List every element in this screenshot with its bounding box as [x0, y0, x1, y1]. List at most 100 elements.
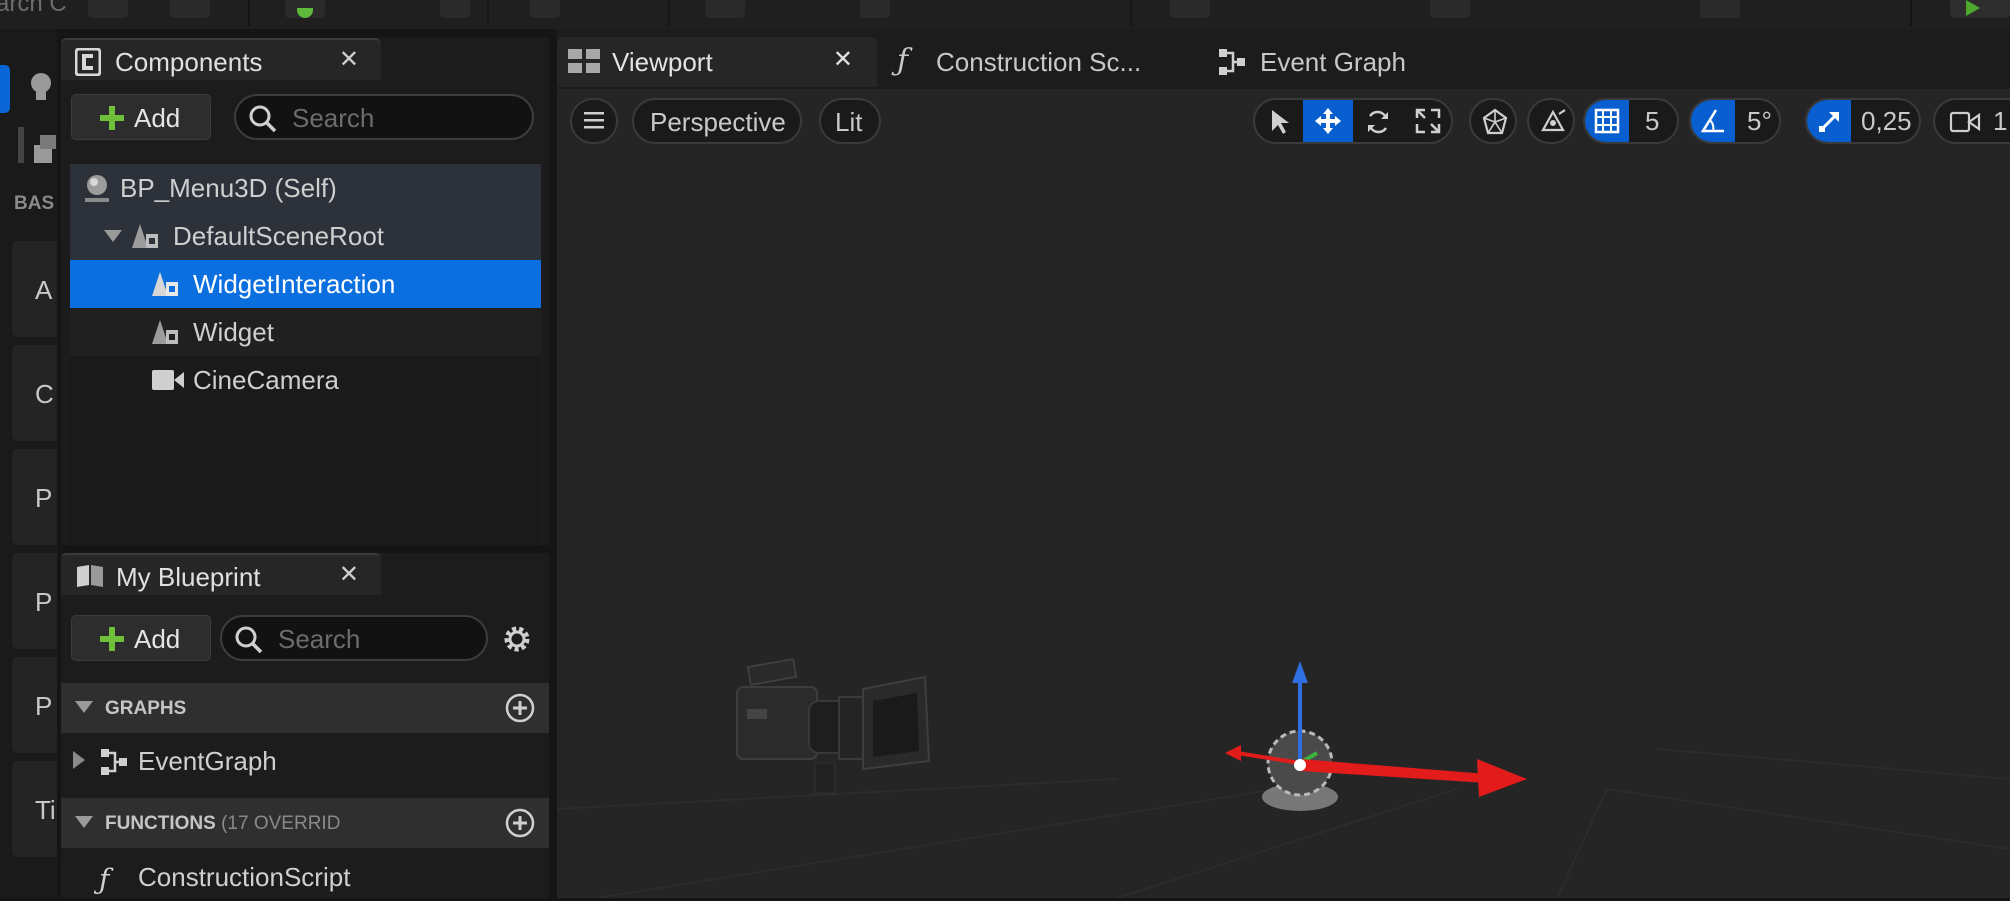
chevron-down-icon[interactable]	[104, 230, 122, 242]
functions-section-header[interactable]: FUNCTIONS (17 OVERRID	[61, 798, 549, 848]
chevron-right-icon[interactable]	[73, 751, 85, 769]
transform-tools	[1253, 98, 1453, 144]
function-icon: ƒ	[99, 863, 110, 896]
tab-title: Construction Sc...	[936, 47, 1142, 77]
grid-snap-group: 5	[1583, 98, 1679, 144]
coordinate-space-icon	[1482, 108, 1508, 135]
add-component-button[interactable]: Add	[71, 94, 211, 140]
rotation-snap-toggle[interactable]	[1691, 100, 1735, 142]
tab-title: My Blueprint	[116, 562, 261, 592]
transform-gizmo[interactable]	[1197, 649, 1917, 829]
lit-button[interactable]: Lit	[819, 98, 881, 144]
blueprint-search[interactable]	[220, 615, 488, 661]
scale-tool[interactable]	[1403, 100, 1453, 142]
save-icon[interactable]	[88, 0, 128, 18]
rotate-tool[interactable]	[1353, 100, 1403, 142]
tab-components[interactable]: Components ✕	[61, 38, 381, 80]
rotation-snap-value[interactable]: 5°	[1747, 106, 1772, 137]
grid-snap-toggle[interactable]	[1585, 100, 1629, 142]
event-graph-icon	[99, 747, 129, 777]
move-icon	[1315, 108, 1341, 134]
chevron-down-icon	[75, 816, 93, 828]
viewport[interactable]: Perspective Lit 5 5° 0,25 1	[557, 89, 2010, 898]
category-tab[interactable]: Ti	[12, 761, 57, 857]
scale-snap-group: 0,25	[1805, 98, 1921, 144]
toolbar-divider	[1130, 0, 1132, 26]
world-local-toggle[interactable]	[1469, 98, 1517, 144]
tree-item-widget[interactable]: Widget	[70, 308, 541, 356]
grid-icon	[1594, 108, 1620, 134]
add-function-icon[interactable]	[505, 808, 535, 838]
surface-snap-icon	[1541, 109, 1566, 132]
tab-my-blueprint[interactable]: My Blueprint ✕	[61, 553, 381, 595]
settings-icon[interactable]	[1170, 0, 1210, 18]
tree-item-defaultsceneroot[interactable]: DefaultSceneRoot	[70, 212, 541, 260]
components-search[interactable]	[234, 94, 534, 140]
search-icon	[234, 625, 264, 655]
rotate-icon	[1368, 110, 1388, 134]
tab-construction-script[interactable]: ƒ Construction Sc...	[887, 37, 1187, 87]
simulation-icon[interactable]	[1700, 0, 1740, 18]
close-icon[interactable]: ✕	[339, 45, 359, 74]
light-bulb-icon[interactable]	[20, 65, 54, 105]
cursor-icon	[1272, 110, 1289, 134]
tree-item-widgetinteraction[interactable]: WidgetInteraction	[70, 260, 541, 308]
close-icon[interactable]: ✕	[833, 45, 853, 74]
play-button[interactable]	[1950, 0, 2010, 18]
plus-icon	[98, 104, 126, 132]
active-mode-indicator[interactable]	[0, 65, 10, 113]
graph-item-eventgraph[interactable]: EventGraph	[61, 737, 549, 785]
search-input[interactable]	[276, 621, 480, 657]
function-item-constructionscript[interactable]: ƒ ConstructionScript	[61, 853, 549, 901]
angle-icon	[1700, 109, 1724, 133]
tab-title: Viewport	[612, 47, 713, 77]
scale-icon	[1415, 108, 1441, 134]
shapes-icon[interactable]	[18, 121, 56, 163]
script-icon[interactable]	[1430, 0, 1470, 18]
main-toolbar: arch C	[0, 0, 2010, 29]
component-tree: BP_Menu3D (Self) DefaultSceneRoot Widget…	[70, 162, 541, 545]
diff-icon[interactable]	[530, 0, 560, 18]
add-member-button[interactable]: Add	[71, 615, 211, 661]
category-tab[interactable]: P	[12, 657, 57, 753]
my-blueprint-panel: My Blueprint ✕ Add GRAPHS	[61, 553, 549, 898]
cine-camera-mesh[interactable]	[727, 649, 937, 799]
components-icon	[75, 48, 101, 76]
grid-snap-value[interactable]: 5	[1645, 106, 1659, 137]
hamburger-icon	[583, 109, 605, 131]
debug-icon[interactable]	[860, 0, 890, 18]
functions-override-count: (17 OVERRID	[221, 813, 341, 834]
compile-icon[interactable]	[285, 0, 325, 18]
category-tab[interactable]: C	[12, 345, 57, 441]
tab-title: Components	[115, 47, 263, 77]
viewport-options-button[interactable]	[570, 98, 618, 144]
perspective-button[interactable]: Perspective	[632, 98, 802, 144]
camera-speed-icon	[1949, 111, 1981, 133]
browse-icon[interactable]	[170, 0, 210, 18]
find-icon[interactable]	[705, 0, 745, 18]
add-graph-icon[interactable]	[505, 693, 535, 723]
toolbar-divider	[248, 0, 250, 26]
gear-icon[interactable]	[501, 623, 533, 655]
close-icon[interactable]: ✕	[339, 560, 359, 589]
scene-component-icon	[150, 268, 182, 300]
tree-item-self[interactable]: BP_Menu3D (Self)	[70, 164, 541, 212]
search-input[interactable]	[290, 100, 474, 136]
rotation-snap-group: 5°	[1689, 98, 1781, 144]
scene-component-icon	[150, 316, 182, 348]
tab-event-graph[interactable]: Event Graph	[1207, 37, 1467, 87]
category-tab[interactable]: P	[12, 449, 57, 545]
translate-tool[interactable]	[1303, 100, 1353, 142]
surface-snap-toggle[interactable]	[1527, 98, 1575, 144]
tree-item-cinecamera[interactable]: CineCamera	[70, 356, 541, 404]
select-tool[interactable]	[1255, 100, 1303, 142]
scale-snap-value[interactable]: 0,25	[1861, 106, 1912, 137]
tab-viewport[interactable]: Viewport ✕	[557, 37, 877, 87]
camera-speed-group[interactable]: 1	[1933, 98, 2010, 144]
category-tab[interactable]: A	[12, 241, 57, 337]
search-fragment[interactable]: arch C	[0, 0, 67, 18]
graphs-section-header[interactable]: GRAPHS	[61, 683, 549, 733]
scale-snap-toggle[interactable]	[1807, 100, 1851, 142]
compile-options-icon[interactable]	[440, 0, 470, 18]
category-tab[interactable]: P	[12, 553, 57, 649]
